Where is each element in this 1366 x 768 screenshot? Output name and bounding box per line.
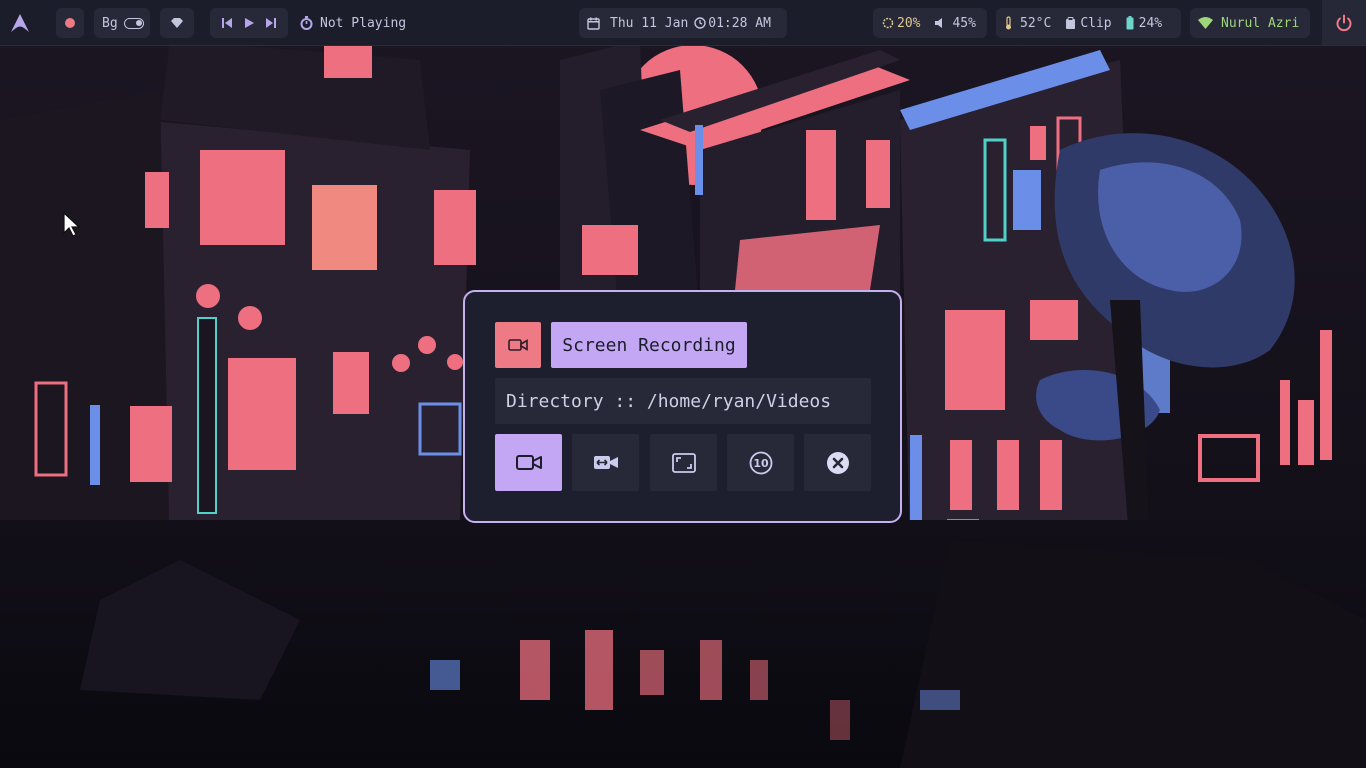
clock-icon: [694, 17, 706, 29]
brightness-text: 20%: [897, 15, 921, 31]
system-stats-module[interactable]: 52°C Clip 24%: [996, 8, 1181, 38]
directory-path: Directory :: /home/ryan/Videos: [495, 378, 871, 424]
previous-track-icon[interactable]: [221, 17, 233, 29]
mouse-pointer-icon: [63, 211, 81, 237]
calendar-icon: [587, 17, 600, 30]
timer-ten-icon: 10: [749, 451, 772, 474]
volume-icon: [935, 18, 943, 28]
record-delayed-button[interactable]: 10: [727, 434, 794, 491]
temperature-text: 52°C: [1020, 15, 1052, 31]
date-text: Thu 11 Jan: [610, 15, 689, 31]
brightness-icon: [882, 17, 894, 29]
clipboard-text: Clip: [1080, 15, 1112, 31]
window-frame-icon: [671, 452, 696, 473]
resize-camera-icon: [593, 456, 618, 469]
thermometer-icon: [1006, 16, 1011, 30]
brightness-volume-module[interactable]: 20% 45%: [873, 8, 987, 38]
play-icon[interactable]: [243, 17, 255, 29]
wallpaper-label: Bg: [102, 15, 118, 31]
time-text: 01:28 AM: [708, 15, 771, 31]
timer-icon: [300, 16, 313, 30]
close-circle-icon: [826, 451, 849, 474]
record-fullscreen-button[interactable]: [495, 434, 562, 491]
record-window-button[interactable]: [650, 434, 717, 491]
power-icon: [1336, 14, 1352, 31]
volume-text: 45%: [952, 15, 976, 31]
svg-text:10: 10: [753, 457, 769, 470]
next-track-icon[interactable]: [265, 17, 277, 29]
wifi-icon: [1198, 17, 1213, 29]
media-status[interactable]: Not Playing: [296, 8, 416, 38]
record-dot-icon: [65, 18, 75, 28]
cancel-button[interactable]: [804, 434, 871, 491]
arch-logo-icon[interactable]: [6, 8, 34, 38]
battery-icon: [1126, 16, 1134, 30]
battery-text: 24%: [1138, 15, 1163, 31]
record-indicator-button[interactable]: [56, 8, 84, 38]
media-controls: [210, 8, 288, 38]
toggle-switch-icon: [123, 17, 144, 29]
video-camera-icon: [515, 455, 542, 470]
screen-recording-dialog: Screen Recording Directory :: /home/ryan…: [463, 290, 902, 523]
media-status-text: Not Playing: [320, 15, 407, 31]
top-bar: Bg Not Playing Thu 11 Jan 01:28 AM 20% 4…: [0, 0, 1366, 46]
wifi-name-text: Nurul Azri: [1221, 15, 1300, 31]
gem-button[interactable]: [160, 8, 194, 38]
dialog-title: Screen Recording: [551, 322, 747, 368]
clipboard-icon: [1066, 16, 1076, 29]
wallpaper-toggle[interactable]: Bg: [94, 8, 150, 38]
record-area-button[interactable]: [572, 434, 639, 491]
gem-icon: [171, 18, 183, 28]
power-button[interactable]: [1322, 0, 1366, 45]
clock-module[interactable]: Thu 11 Jan 01:28 AM: [579, 8, 787, 38]
wifi-module[interactable]: Nurul Azri: [1190, 8, 1310, 38]
video-camera-icon: [495, 322, 541, 368]
